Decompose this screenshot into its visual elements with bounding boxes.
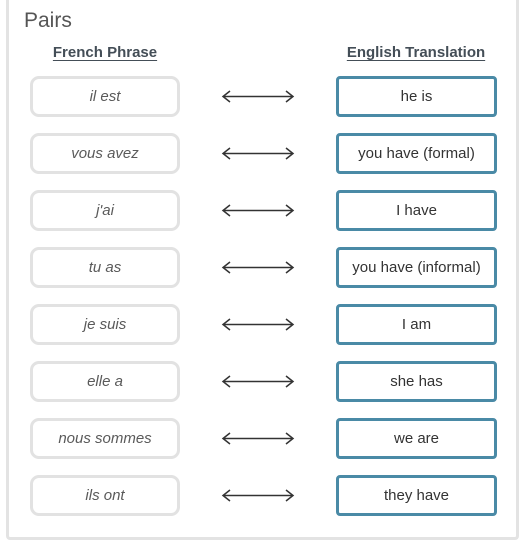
- french-phrase-box[interactable]: tu as: [30, 247, 180, 288]
- english-translation-header: English Translation: [346, 44, 486, 61]
- english-translation-box[interactable]: you have (informal): [336, 247, 497, 288]
- pair-row: elle a she has: [0, 361, 527, 402]
- pair-row: ils ont they have: [0, 475, 527, 516]
- english-translation-box[interactable]: she has: [336, 361, 497, 402]
- double-arrow-icon: [221, 147, 295, 160]
- english-translation-box[interactable]: I am: [336, 304, 497, 345]
- english-translation-box[interactable]: we are: [336, 418, 497, 459]
- pair-row: vous avez you have (formal): [0, 133, 527, 174]
- double-arrow-icon: [221, 261, 295, 274]
- pair-row: je suis I am: [0, 304, 527, 345]
- double-arrow-icon: [221, 432, 295, 445]
- pair-row: j'ai I have: [0, 190, 527, 231]
- english-translation-box[interactable]: they have: [336, 475, 497, 516]
- french-phrase-box[interactable]: il est: [30, 76, 180, 117]
- english-translation-box[interactable]: you have (formal): [336, 133, 497, 174]
- french-phrase-box[interactable]: j'ai: [30, 190, 180, 231]
- french-phrase-header: French Phrase: [52, 44, 158, 61]
- pair-row: nous sommes we are: [0, 418, 527, 459]
- english-translation-box[interactable]: I have: [336, 190, 497, 231]
- double-arrow-icon: [221, 90, 295, 103]
- double-arrow-icon: [221, 375, 295, 388]
- section-title: Pairs: [24, 9, 72, 32]
- double-arrow-icon: [221, 489, 295, 502]
- french-phrase-box[interactable]: nous sommes: [30, 418, 180, 459]
- pair-row: il est he is: [0, 76, 527, 117]
- french-phrase-box[interactable]: elle a: [30, 361, 180, 402]
- double-arrow-icon: [221, 318, 295, 331]
- pair-row: tu as you have (informal): [0, 247, 527, 288]
- french-phrase-box[interactable]: je suis: [30, 304, 180, 345]
- french-phrase-box[interactable]: vous avez: [30, 133, 180, 174]
- english-translation-box[interactable]: he is: [336, 76, 497, 117]
- double-arrow-icon: [221, 204, 295, 217]
- french-phrase-box[interactable]: ils ont: [30, 475, 180, 516]
